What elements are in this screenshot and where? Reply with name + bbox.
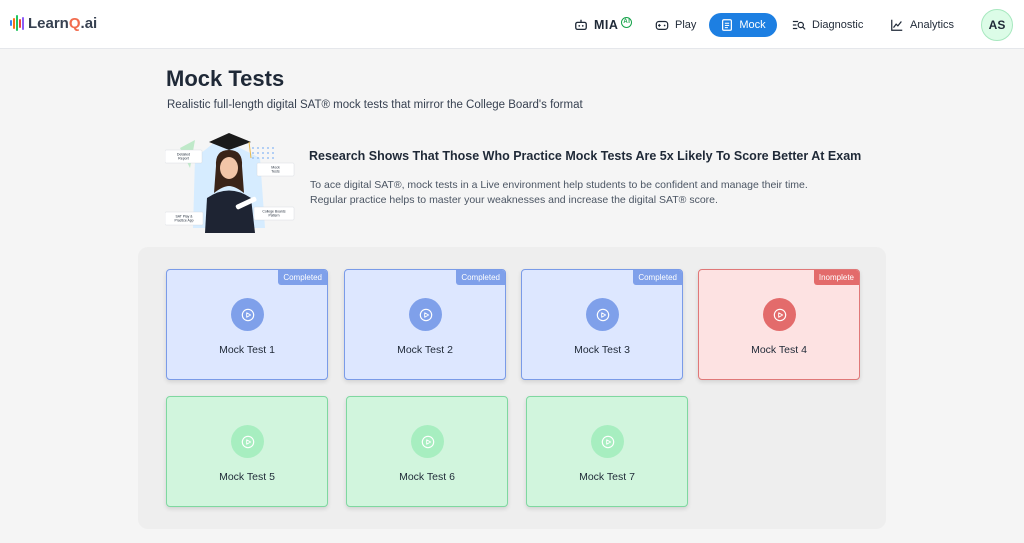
card-label: Mock Test 2 (397, 344, 453, 356)
play-button[interactable] (411, 425, 444, 458)
play-button[interactable] (586, 298, 619, 331)
play-button[interactable] (231, 298, 264, 331)
top-nav: LearnQ.ai MIA AI Play Mock Diagnostic An… (0, 0, 1024, 49)
card-label: Mock Test 6 (399, 471, 455, 483)
card-label: Mock Test 4 (751, 344, 807, 356)
play-button[interactable] (409, 298, 442, 331)
nav-mock-label: Mock (739, 19, 766, 31)
card-label: Mock Test 1 (219, 344, 275, 356)
status-badge: Completed (278, 270, 327, 285)
play-circle-icon (419, 308, 432, 321)
learnq-logo[interactable]: LearnQ.ai (10, 14, 97, 32)
page-subtitle: Realistic full-length digital SAT® mock … (167, 99, 583, 111)
nav-analytics-label: Analytics (910, 19, 955, 31)
play-button[interactable] (591, 425, 624, 458)
robot-icon (575, 19, 587, 31)
gamepad-icon (655, 20, 669, 30)
document-icon (722, 19, 733, 31)
page-title: Mock Tests (166, 66, 285, 91)
chart-line-icon (891, 19, 903, 31)
nav-mock[interactable]: Mock (709, 13, 777, 37)
user-avatar[interactable]: AS (981, 9, 1013, 41)
card-label: Mock Test 7 (579, 471, 635, 483)
research-desc-line-1: To ace digital SAT®, mock tests in a Liv… (310, 179, 808, 191)
research-desc-line-2: Regular practice helps to master your we… (310, 193, 718, 206)
play-circle-icon (596, 308, 609, 321)
mock-test-card-1[interactable]: Completed Mock Test 1 (166, 269, 328, 380)
play-circle-icon (773, 308, 786, 321)
svg-text:Report: Report (178, 157, 189, 161)
research-description: To ace digital SAT®, mock tests in a Liv… (310, 178, 870, 207)
status-badge: Completed (456, 270, 505, 285)
play-button[interactable] (763, 298, 796, 331)
research-title: Research Shows That Those Who Practice M… (309, 149, 862, 163)
nav-diagnostic-label: Diagnostic (812, 19, 864, 31)
play-circle-icon (421, 435, 434, 448)
logo-bars-icon (10, 14, 24, 32)
nav-mia[interactable]: MIA AI (574, 14, 633, 36)
svg-text:Pattern: Pattern (269, 214, 280, 218)
nav-analytics[interactable]: Analytics (890, 14, 954, 36)
status-badge: Completed (633, 270, 682, 285)
mock-test-card-2[interactable]: Completed Mock Test 2 (344, 269, 506, 380)
play-button[interactable] (231, 425, 264, 458)
play-circle-icon (241, 308, 254, 321)
nav-mia-label: MIA (594, 18, 619, 32)
card-label: Mock Test 3 (574, 344, 630, 356)
mock-test-card-5[interactable]: Mock Test 5 (166, 396, 328, 507)
diagnostic-search-icon (792, 20, 806, 30)
svg-text:Tests: Tests (271, 170, 280, 174)
graduate-illustration: Detailed Report Mock Tests SAT Play & Pr… (165, 133, 295, 233)
play-circle-icon (601, 435, 614, 448)
mia-ai-badge: AI (621, 16, 633, 28)
mock-test-card-6[interactable]: Mock Test 6 (346, 396, 508, 507)
logo-text: LearnQ.ai (28, 14, 98, 32)
mock-test-card-7[interactable]: Mock Test 7 (526, 396, 688, 507)
svg-text:Practice App: Practice App (174, 219, 193, 223)
nav-play-label: Play (675, 19, 697, 31)
nav-diagnostic[interactable]: Diagnostic (792, 14, 863, 36)
mock-test-card-3[interactable]: Completed Mock Test 3 (521, 269, 683, 380)
play-circle-icon (241, 435, 254, 448)
mock-test-card-4[interactable]: Inomplete Mock Test 4 (698, 269, 860, 380)
card-label: Mock Test 5 (219, 471, 275, 483)
status-badge: Inomplete (813, 270, 859, 285)
nav-play[interactable]: Play (655, 14, 696, 36)
